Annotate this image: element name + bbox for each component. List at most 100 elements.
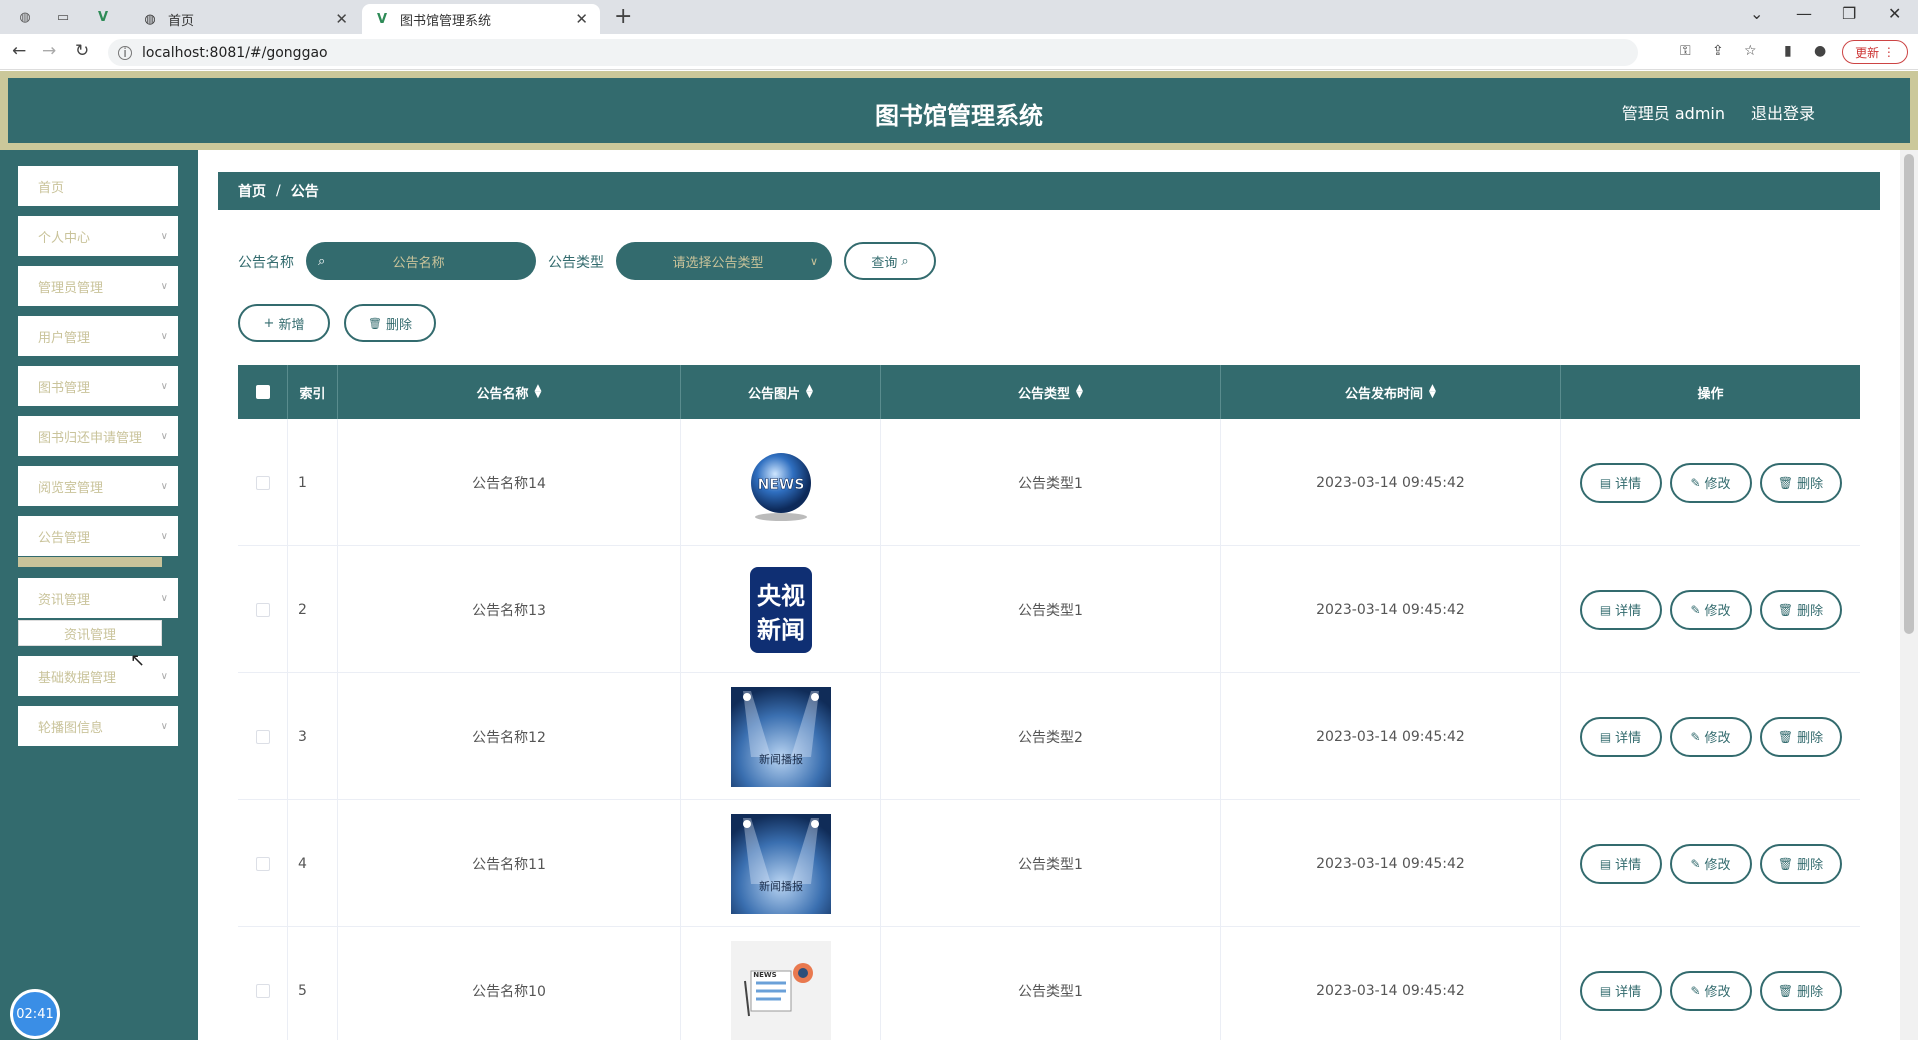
back-icon[interactable]: ← (12, 41, 26, 61)
star-icon[interactable]: ☆ (1744, 43, 1757, 59)
bulk-delete-button[interactable]: 🗑 删除 (344, 304, 436, 342)
row-checkbox[interactable] (255, 475, 270, 490)
type-filter-label: 公告类型 (548, 255, 604, 271)
detail-button[interactable]: ▤ 详情 (1579, 589, 1662, 630)
sort-icon[interactable]: ▲ ▼ (806, 384, 813, 400)
row-checkbox[interactable] (255, 729, 270, 744)
document-icon: ▤ (1599, 729, 1612, 744)
select-all-checkbox[interactable] (255, 385, 270, 399)
browser-update-button[interactable]: 更新 ⋮ (1842, 40, 1908, 64)
sidebar-item-basic-data[interactable]: 基础数据管理 ∨ (18, 656, 178, 696)
profile-icon[interactable]: ● (1814, 43, 1826, 59)
sidebar-item-label: 基础数据管理 (38, 670, 117, 686)
search-icon: ⌕ (901, 253, 909, 269)
restore-icon[interactable]: ❐ (1842, 4, 1856, 23)
col-type[interactable]: 公告类型 ▲ ▼ (881, 365, 1221, 419)
query-button[interactable]: 查询 ⌕ (844, 242, 936, 280)
share-icon[interactable]: ⇪ (1712, 43, 1724, 59)
delete-button[interactable]: 🗑 删除 (1759, 843, 1842, 884)
sort-icon[interactable]: ▲ ▼ (1076, 384, 1083, 400)
col-label: 操作 (1697, 386, 1724, 402)
select-all-cell (238, 365, 288, 419)
table-row: 4 公告名称11 新闻播报 公告类型1 2023-03-14 09:45:42 … (238, 800, 1860, 927)
sidebar: 首页 个人中心 ∨ 管理员管理 ∨ 用户管理 ∨ 图书管理 ∨ 图书归还申请管理 ∨ 阅览… (0, 150, 198, 1040)
detail-button[interactable]: ▤ 详情 (1579, 462, 1662, 503)
image-text: NEWS (753, 971, 776, 979)
type-select[interactable]: 请选择公告类型 ∨ (616, 242, 832, 280)
edit-button[interactable]: ✎ 修改 (1669, 716, 1752, 757)
row-image-cell: 新闻播报 (681, 673, 881, 800)
image-text: 新闻 (757, 616, 805, 644)
close-icon[interactable]: ✕ (335, 10, 348, 28)
delete-button[interactable]: 🗑 删除 (1759, 716, 1842, 757)
new-tab-icon[interactable]: + (614, 4, 632, 29)
document-icon: ▤ (1599, 602, 1612, 617)
sidebar-item-reading-room[interactable]: 阅览室管理 ∨ (18, 466, 178, 506)
edit-button[interactable]: ✎ 修改 (1669, 589, 1752, 630)
detail-button[interactable]: ▤ 详情 (1579, 716, 1662, 757)
edit-label: 修改 (1704, 604, 1731, 619)
add-label: 新增 (278, 317, 305, 333)
sidebar-item-returns[interactable]: 图书归还申请管理 ∨ (18, 416, 178, 456)
detail-button[interactable]: ▤ 详情 (1579, 843, 1662, 884)
info-icon[interactable]: i (118, 45, 132, 60)
sidebar-item-carousel[interactable]: 轮播图信息 ∨ (18, 706, 178, 746)
delete-button[interactable]: 🗑 删除 (1759, 589, 1842, 630)
breadcrumb-home[interactable]: 首页 (238, 181, 266, 201)
detail-label: 详情 (1615, 477, 1642, 492)
browser-tab-home[interactable]: ◍ 首页 ✕ (130, 4, 360, 34)
sidebar-item-news[interactable]: 资讯管理 ∨ (18, 578, 178, 618)
sort-icon[interactable]: ▲ ▼ (1429, 384, 1436, 400)
forward-icon[interactable]: → (42, 41, 56, 61)
edit-button[interactable]: ✎ 修改 (1669, 843, 1752, 884)
chevron-down-icon[interactable]: ⌄ (1750, 4, 1763, 23)
edit-icon: ✎ (1690, 602, 1701, 617)
trash-icon: 🗑 (1777, 729, 1794, 744)
key-icon[interactable]: ⚿ (1680, 43, 1691, 59)
window-close-icon[interactable]: ✕ (1888, 4, 1901, 23)
sidebar-item-label: 首页 (38, 180, 65, 196)
delete-button[interactable]: 🗑 删除 (1759, 462, 1842, 503)
edit-button[interactable]: ✎ 修改 (1669, 970, 1752, 1011)
row-image-cell: NEWS (681, 927, 881, 1040)
logout-link[interactable]: 退出登录 (1751, 100, 1815, 124)
edit-label: 修改 (1704, 731, 1731, 746)
edit-button[interactable]: ✎ 修改 (1669, 462, 1752, 503)
col-image[interactable]: 公告图片 ▲ ▼ (681, 365, 881, 419)
row-select-cell (238, 800, 288, 927)
name-search-input[interactable]: ⌕ 公告名称 (306, 242, 536, 280)
add-button[interactable]: + 新增 (238, 304, 330, 342)
sort-icon[interactable]: ▲ ▼ (535, 384, 542, 400)
row-checkbox[interactable] (255, 602, 270, 617)
row-checkbox[interactable] (255, 983, 270, 998)
row-checkbox[interactable] (255, 856, 270, 871)
browser-tab-library[interactable]: V 图书馆管理系统 ✕ (362, 4, 600, 34)
sidebar-item-books[interactable]: 图书管理 ∨ (18, 366, 178, 406)
detail-button[interactable]: ▤ 详情 (1579, 970, 1662, 1011)
globe-icon[interactable]: ◍ (14, 6, 36, 28)
submenu-label: 资讯管理 (63, 627, 116, 643)
col-time[interactable]: 公告发布时间 ▲ ▼ (1221, 365, 1561, 419)
page-scrollbar[interactable] (1900, 150, 1918, 1040)
close-icon[interactable]: ✕ (575, 10, 588, 28)
delete-button[interactable]: 🗑 删除 (1759, 970, 1842, 1011)
sidepanel-icon[interactable]: ▮ (1784, 43, 1792, 59)
reload-icon[interactable]: ↻ (75, 41, 89, 61)
row-time: 2023-03-14 09:45:42 (1221, 927, 1561, 1040)
row-type: 公告类型1 (881, 800, 1221, 927)
sidebar-item-announcements[interactable]: 公告管理 ∨ (18, 516, 178, 556)
table-row: 3 公告名称12 新闻播报 公告类型2 2023-03-14 09:45:42 … (238, 673, 1860, 800)
sidebar-item-admins[interactable]: 管理员管理 ∨ (18, 266, 178, 306)
minimize-icon[interactable]: — (1796, 4, 1812, 23)
table-header: 索引 公告名称 ▲ ▼ 公告图片 ▲ ▼ 公告类型 ▲ ▼ 公告发布时间 ▲ ▼ 操作 (238, 365, 1860, 419)
blank-tab-icon[interactable]: ▭ (52, 6, 74, 28)
sidebar-item-home[interactable]: 首页 (18, 166, 178, 206)
scrollbar-thumb[interactable] (1904, 154, 1914, 634)
col-name[interactable]: 公告名称 ▲ ▼ (338, 365, 681, 419)
sidebar-item-users[interactable]: 用户管理 ∨ (18, 316, 178, 356)
row-index: 4 (288, 800, 338, 927)
submenu-item-news[interactable]: 资讯管理 (18, 620, 162, 646)
sidebar-item-profile[interactable]: 个人中心 ∨ (18, 216, 178, 256)
vue-icon[interactable]: V (92, 6, 114, 28)
address-bar[interactable]: i localhost:8081/#/gonggao (108, 39, 1638, 66)
